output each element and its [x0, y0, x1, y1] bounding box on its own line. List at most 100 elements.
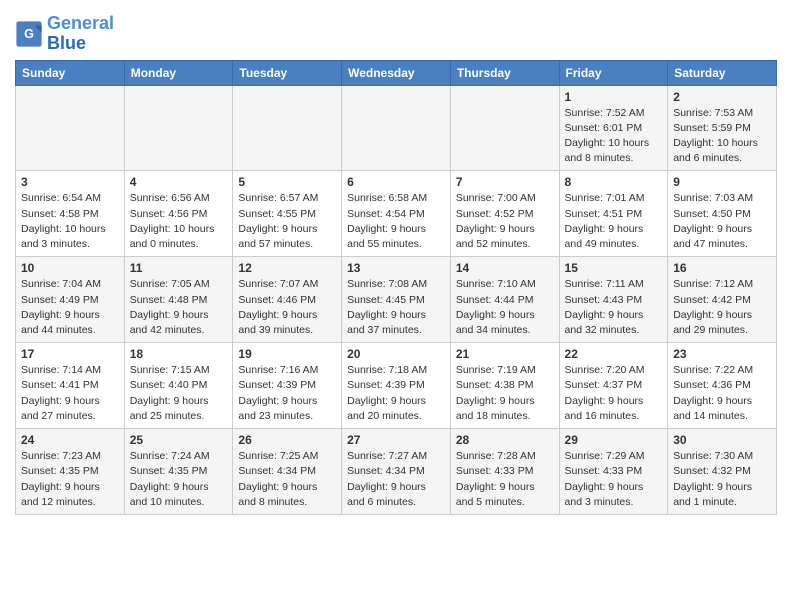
calendar-cell: 21 Sunrise: 7:19 AMSunset: 4:38 PMDayligh… — [450, 343, 559, 429]
logo-icon: G — [15, 20, 43, 48]
calendar-cell: 8Sunrise: 7:01 AMSunset: 4:51 PMDaylight… — [559, 171, 668, 257]
day-number: 10 — [21, 261, 119, 275]
day-info: Sunrise: 7:30 AMSunset: 4:32 PMDaylight:… — [673, 449, 771, 510]
day-number: 12 — [238, 261, 336, 275]
calendar-cell: 13Sunrise: 7:08 AMSunset: 4:45 PMDayligh… — [342, 257, 451, 343]
calendar-header: SundayMondayTuesdayWednesdayThursdayFrid… — [16, 60, 777, 85]
calendar-cell: 1 Sunrise: 7:52 AMSunset: 6:01 PMDaylight… — [559, 85, 668, 171]
calendar-cell: 12 Sunrise: 7:07 AMSunset: 4:46 PMDayligh… — [233, 257, 342, 343]
day-info: Sunrise: 7:11 AMSunset: 4:43 PMDaylight:… — [565, 277, 663, 338]
day-number: 28 — [456, 433, 554, 447]
day-info: Sunrise: 7:23 AMSunset: 4:35 PMDaylight:… — [21, 449, 119, 510]
day-info: Sunrise: 7:07 AMSunset: 4:46 PMDaylight:… — [238, 277, 336, 338]
day-number: 23 — [673, 347, 771, 361]
day-info: Sunrise: 6:54 AMSunset: 4:58 PMDaylight:… — [21, 191, 119, 252]
calendar-week: 24 Sunrise: 7:23 AMSunset: 4:35 PMDayligh… — [16, 429, 777, 515]
calendar-cell: 9 Sunrise: 7:03 AMSunset: 4:50 PMDaylight… — [668, 171, 777, 257]
calendar-cell — [233, 85, 342, 171]
calendar-week: 17 Sunrise: 7:14 AMSunset: 4:41 PMDayligh… — [16, 343, 777, 429]
weekday-header: Friday — [559, 60, 668, 85]
day-info: Sunrise: 7:03 AMSunset: 4:50 PMDaylight:… — [673, 191, 771, 252]
day-number: 27 — [347, 433, 445, 447]
calendar-cell: 27Sunrise: 7:27 AMSunset: 4:34 PMDayligh… — [342, 429, 451, 515]
day-info: Sunrise: 7:28 AMSunset: 4:33 PMDaylight:… — [456, 449, 554, 510]
day-info: Sunrise: 7:29 AMSunset: 4:33 PMDaylight:… — [565, 449, 663, 510]
day-number: 11 — [130, 261, 228, 275]
day-number: 2 — [673, 90, 771, 104]
svg-text:G: G — [24, 27, 34, 41]
day-info: Sunrise: 7:19 AMSunset: 4:38 PMDaylight:… — [456, 363, 554, 424]
calendar-cell: 5 Sunrise: 6:57 AMSunset: 4:55 PMDaylight… — [233, 171, 342, 257]
day-number: 21 — [456, 347, 554, 361]
day-number: 24 — [21, 433, 119, 447]
weekday-header: Saturday — [668, 60, 777, 85]
day-info: Sunrise: 7:14 AMSunset: 4:41 PMDaylight:… — [21, 363, 119, 424]
calendar-cell: 29 Sunrise: 7:29 AMSunset: 4:33 PMDayligh… — [559, 429, 668, 515]
day-info: Sunrise: 7:05 AMSunset: 4:48 PMDaylight:… — [130, 277, 228, 338]
logo-text: GeneralBlue — [47, 14, 114, 54]
calendar-week: 10 Sunrise: 7:04 AMSunset: 4:49 PMDayligh… — [16, 257, 777, 343]
day-number: 5 — [238, 175, 336, 189]
calendar-cell: 4 Sunrise: 6:56 AMSunset: 4:56 PMDaylight… — [124, 171, 233, 257]
day-info: Sunrise: 7:52 AMSunset: 6:01 PMDaylight:… — [565, 106, 663, 167]
day-number: 25 — [130, 433, 228, 447]
day-info: Sunrise: 7:18 AMSunset: 4:39 PMDaylight:… — [347, 363, 445, 424]
calendar-cell: 14 Sunrise: 7:10 AMSunset: 4:44 PMDayligh… — [450, 257, 559, 343]
day-number: 20 — [347, 347, 445, 361]
calendar-cell: 25Sunrise: 7:24 AMSunset: 4:35 PMDayligh… — [124, 429, 233, 515]
calendar-cell: 11 Sunrise: 7:05 AMSunset: 4:48 PMDayligh… — [124, 257, 233, 343]
calendar-cell: 3 Sunrise: 6:54 AMSunset: 4:58 PMDaylight… — [16, 171, 125, 257]
calendar-cell: 23Sunrise: 7:22 AMSunset: 4:36 PMDayligh… — [668, 343, 777, 429]
day-number: 8 — [565, 175, 663, 189]
day-info: Sunrise: 6:58 AMSunset: 4:54 PMDaylight:… — [347, 191, 445, 252]
day-number: 16 — [673, 261, 771, 275]
day-info: Sunrise: 7:10 AMSunset: 4:44 PMDaylight:… — [456, 277, 554, 338]
weekday-header: Tuesday — [233, 60, 342, 85]
day-info: Sunrise: 7:00 AMSunset: 4:52 PMDaylight:… — [456, 191, 554, 252]
calendar-cell: 28 Sunrise: 7:28 AMSunset: 4:33 PMDayligh… — [450, 429, 559, 515]
calendar-cell: 15 Sunrise: 7:11 AMSunset: 4:43 PMDayligh… — [559, 257, 668, 343]
weekday-header: Wednesday — [342, 60, 451, 85]
day-number: 29 — [565, 433, 663, 447]
day-number: 14 — [456, 261, 554, 275]
day-info: Sunrise: 7:25 AMSunset: 4:34 PMDaylight:… — [238, 449, 336, 510]
page-header: G GeneralBlue — [15, 10, 777, 54]
day-number: 7 — [456, 175, 554, 189]
calendar-cell: 26 Sunrise: 7:25 AMSunset: 4:34 PMDayligh… — [233, 429, 342, 515]
day-number: 15 — [565, 261, 663, 275]
calendar-cell — [342, 85, 451, 171]
day-info: Sunrise: 7:20 AMSunset: 4:37 PMDaylight:… — [565, 363, 663, 424]
calendar-cell: 30 Sunrise: 7:30 AMSunset: 4:32 PMDayligh… — [668, 429, 777, 515]
calendar-cell: 24 Sunrise: 7:23 AMSunset: 4:35 PMDayligh… — [16, 429, 125, 515]
calendar-cell: 7 Sunrise: 7:00 AMSunset: 4:52 PMDaylight… — [450, 171, 559, 257]
calendar-cell: 19Sunrise: 7:16 AMSunset: 4:39 PMDayligh… — [233, 343, 342, 429]
day-number: 13 — [347, 261, 445, 275]
calendar-cell: 10 Sunrise: 7:04 AMSunset: 4:49 PMDayligh… — [16, 257, 125, 343]
day-number: 22 — [565, 347, 663, 361]
calendar-cell: 20 Sunrise: 7:18 AMSunset: 4:39 PMDayligh… — [342, 343, 451, 429]
calendar: SundayMondayTuesdayWednesdayThursdayFrid… — [15, 60, 777, 515]
day-number: 4 — [130, 175, 228, 189]
day-info: Sunrise: 7:04 AMSunset: 4:49 PMDaylight:… — [21, 277, 119, 338]
day-number: 30 — [673, 433, 771, 447]
weekday-header: Sunday — [16, 60, 125, 85]
day-number: 17 — [21, 347, 119, 361]
day-number: 3 — [21, 175, 119, 189]
logo: G GeneralBlue — [15, 14, 114, 54]
calendar-cell — [16, 85, 125, 171]
day-info: Sunrise: 7:12 AMSunset: 4:42 PMDaylight:… — [673, 277, 771, 338]
calendar-cell: 22 Sunrise: 7:20 AMSunset: 4:37 PMDayligh… — [559, 343, 668, 429]
day-info: Sunrise: 7:53 AMSunset: 5:59 PMDaylight:… — [673, 106, 771, 167]
day-number: 9 — [673, 175, 771, 189]
calendar-cell — [450, 85, 559, 171]
calendar-cell: 16 Sunrise: 7:12 AMSunset: 4:42 PMDayligh… — [668, 257, 777, 343]
day-number: 19 — [238, 347, 336, 361]
day-number: 1 — [565, 90, 663, 104]
calendar-week: 3 Sunrise: 6:54 AMSunset: 4:58 PMDaylight… — [16, 171, 777, 257]
day-info: Sunrise: 6:57 AMSunset: 4:55 PMDaylight:… — [238, 191, 336, 252]
calendar-cell: 2 Sunrise: 7:53 AMSunset: 5:59 PMDaylight… — [668, 85, 777, 171]
day-info: Sunrise: 6:56 AMSunset: 4:56 PMDaylight:… — [130, 191, 228, 252]
calendar-cell: 6Sunrise: 6:58 AMSunset: 4:54 PMDaylight… — [342, 171, 451, 257]
calendar-cell: 18Sunrise: 7:15 AMSunset: 4:40 PMDayligh… — [124, 343, 233, 429]
day-number: 26 — [238, 433, 336, 447]
